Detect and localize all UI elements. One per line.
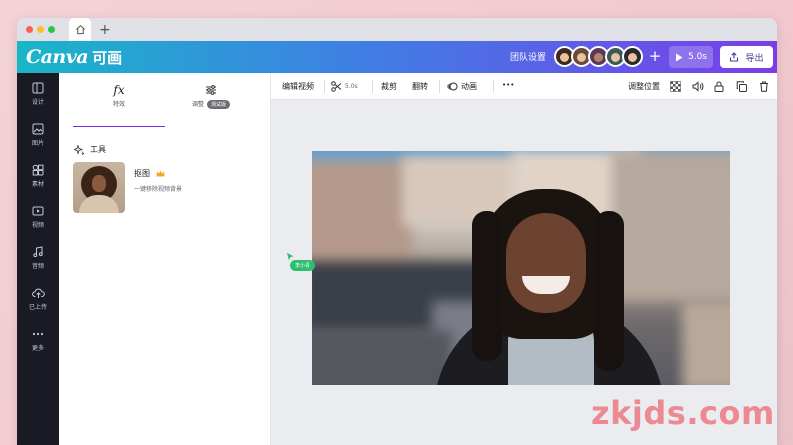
minimize-window-button[interactable] [37, 26, 44, 33]
toolbar-divider [324, 80, 325, 93]
canva-logo-cn: 可画 [92, 48, 123, 67]
toolbar-divider [372, 80, 373, 93]
effects-panel: fx 特效 调整 测试版 工具 抠图 一键移除视频背景 [59, 73, 271, 445]
video-icon [32, 206, 44, 216]
tab-effects-label: 特效 [112, 101, 125, 108]
tool-description: 一键移除视频背景 [134, 186, 183, 193]
crop-button[interactable]: 裁剪 [381, 81, 397, 92]
editor-header: Canva 可画 团队设置 + 5.0s 导出 [17, 41, 777, 73]
tools-section-title: 工具 [74, 144, 106, 155]
tab-effects[interactable]: fx 特效 [73, 83, 165, 108]
rail-item-label: 设计 [31, 99, 44, 106]
rail-item-videos[interactable]: 视频 [17, 196, 59, 237]
rail-item-photos[interactable]: 图片 [17, 114, 59, 155]
play-button[interactable]: 5.0s [669, 46, 713, 68]
collaborator-name-tag: 李小青 [290, 260, 316, 271]
position-button[interactable]: 调整位置 [628, 81, 660, 92]
team-settings-link[interactable]: 团队设置 [510, 50, 546, 63]
rail-item-label: 更多 [31, 345, 44, 352]
transparency-button[interactable] [670, 81, 681, 92]
layout-icon [32, 82, 44, 94]
sliders-icon [165, 83, 257, 97]
export-button[interactable]: 导出 [720, 46, 773, 68]
trim-button[interactable]: 5.0s [331, 81, 358, 92]
rail-item-more[interactable]: 更多 [17, 319, 59, 360]
trim-duration: 5.0s [345, 83, 358, 90]
more-options-button[interactable]: ••• [502, 81, 514, 89]
duration-label: 5.0s [687, 52, 707, 62]
avatar[interactable] [622, 46, 643, 67]
window-controls [26, 26, 55, 33]
delete-button[interactable] [759, 81, 769, 92]
toolbar-divider [493, 80, 494, 93]
new-tab-button[interactable]: + [99, 23, 111, 37]
export-label: 导出 [745, 53, 764, 64]
edit-video-button[interactable]: 编辑视频 [282, 81, 314, 92]
toolbar-divider [439, 80, 440, 93]
sparkle-icon [74, 144, 84, 155]
browser-tab-home[interactable] [69, 18, 91, 41]
rail-item-uploads[interactable]: 已上传 [17, 278, 59, 319]
lock-icon [714, 81, 724, 92]
scissors-icon [331, 81, 342, 92]
browser-window: + Canva 可画 团队设置 + 5.0s 导出 设计 图片 素材 视频 音频… [17, 18, 777, 445]
elements-icon [32, 164, 44, 176]
transparency-icon [670, 81, 681, 92]
tool-thumbnail [73, 162, 125, 213]
flip-button[interactable]: 翻转 [412, 81, 428, 92]
fx-icon: fx [113, 83, 125, 97]
rail-item-label: 音频 [31, 263, 44, 270]
home-icon [75, 24, 85, 35]
video-frame[interactable] [312, 151, 730, 385]
tool-name: 抠图 [134, 169, 150, 178]
active-tab-indicator [73, 126, 165, 127]
collaborator-avatars[interactable]: + [554, 46, 664, 67]
volume-icon [692, 81, 704, 92]
rail-item-label: 已上传 [28, 304, 47, 311]
share-icon [730, 52, 739, 62]
play-icon [675, 53, 683, 61]
watermark-text: zkjds.com [591, 394, 775, 432]
browser-chrome: + [17, 18, 777, 41]
more-icon [32, 332, 44, 336]
rail-item-label: 视频 [31, 222, 44, 229]
background-remover-tool[interactable]: 抠图 一键移除视频背景 [73, 162, 182, 213]
canva-logo[interactable]: Canva [26, 46, 89, 68]
animate-button[interactable]: 动画 [447, 81, 477, 92]
rail-item-audio[interactable]: 音频 [17, 237, 59, 278]
editor-toolbar: 编辑视频 5.0s 裁剪 翻转 动画 ••• 调整位置 [271, 73, 777, 100]
rail-item-label: 素材 [31, 181, 44, 188]
music-icon [33, 246, 43, 258]
tab-adjust-label: 调整 [191, 101, 204, 108]
close-window-button[interactable] [26, 26, 33, 33]
add-member-button[interactable]: + [646, 46, 664, 67]
duplicate-button[interactable] [736, 81, 747, 92]
animate-icon [447, 82, 458, 91]
beta-badge: 测试版 [207, 100, 231, 109]
rail-item-label: 图片 [31, 140, 44, 147]
upload-icon [31, 288, 45, 298]
lock-button[interactable] [714, 81, 724, 92]
tab-adjust[interactable]: 调整 测试版 [165, 83, 257, 109]
image-icon [32, 123, 44, 135]
rail-item-design[interactable]: 设计 [17, 73, 59, 114]
crown-icon [156, 170, 165, 177]
copy-icon [736, 81, 747, 92]
left-rail: 设计 图片 素材 视频 音频 已上传 更多 [17, 73, 59, 445]
trash-icon [760, 81, 768, 92]
maximize-window-button[interactable] [48, 26, 55, 33]
rail-item-elements[interactable]: 素材 [17, 155, 59, 196]
volume-button[interactable] [692, 81, 704, 92]
